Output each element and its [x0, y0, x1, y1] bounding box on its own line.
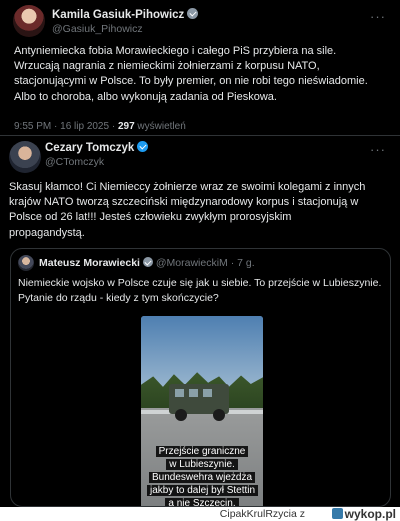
tweet-gasiuk-pihowicz[interactable]: Kamila Gasiuk-Pihowicz @Gasiuk_Pihowicz …: [0, 0, 400, 135]
author-handle[interactable]: @Gasiuk_Pihowicz: [52, 23, 143, 35]
source-user[interactable]: CipakKrulRzycia z: [220, 508, 305, 520]
vehicle-window: [175, 389, 184, 397]
video-player[interactable]: Przejście graniczne w Lubieszynie. Bunde…: [141, 316, 263, 506]
avatar[interactable]: [13, 5, 45, 37]
wykop-logo-icon: [331, 508, 343, 519]
video-caption: Przejście graniczne w Lubieszynie. Bunde…: [147, 445, 259, 506]
site-logo[interactable]: wykop.pl: [331, 507, 396, 521]
avatar[interactable]: [9, 141, 41, 173]
tweet-text: Antyniemiecka fobia Morawieckiego i całe…: [14, 45, 368, 103]
views-count: 297: [117, 121, 135, 132]
tweet-meta: 9:55 PM · 16 lip 2025 · 297 wyświetleń: [14, 121, 186, 132]
watermark-bar: CipakKrulRzycia z wykop.pl: [0, 507, 400, 521]
tweet-text: Skasuj kłamco! Ci Niemieccy żołnierze wr…: [9, 181, 366, 239]
quoted-author-name[interactable]: Mateusz Morawiecki: [39, 257, 140, 269]
vehicle-window: [203, 389, 212, 397]
author-name-text[interactable]: Kamila Gasiuk-Pihowicz: [52, 9, 184, 21]
author-name[interactable]: Kamila Gasiuk-Pihowicz: [52, 8, 199, 21]
quoted-tweet-text: Niemieckie wojsko w Polsce czuje się jak…: [18, 277, 382, 304]
author-name[interactable]: Cezary Tomczyk: [45, 141, 149, 154]
avatar[interactable]: [18, 255, 34, 271]
tweet-timestamp[interactable]: 9:55 PM · 16 lip 2025 ·: [14, 121, 115, 132]
vehicle-window: [189, 389, 198, 397]
more-options-icon[interactable]: ···: [370, 9, 386, 24]
verified-badge-icon: [142, 257, 153, 267]
site-name: wykop.pl: [344, 507, 396, 521]
quoted-author-handle[interactable]: @MorawieckiM · 7 g.: [156, 257, 255, 269]
quoted-author[interactable]: Mateusz Morawiecki @MorawieckiM · 7 g.: [39, 257, 255, 269]
views-label: wyświetleń: [137, 121, 186, 132]
more-options-icon[interactable]: ···: [370, 142, 386, 157]
vehicle-wheel: [175, 409, 187, 421]
verified-badge-icon: [137, 141, 149, 152]
author-handle[interactable]: @CTomczyk: [45, 156, 104, 168]
author-name-text[interactable]: Cezary Tomczyk: [45, 142, 134, 154]
quoted-tweet[interactable]: Mateusz Morawiecki @MorawieckiM · 7 g. N…: [10, 248, 391, 507]
verified-badge-icon: [187, 8, 199, 19]
vehicle-wheel: [213, 409, 225, 421]
